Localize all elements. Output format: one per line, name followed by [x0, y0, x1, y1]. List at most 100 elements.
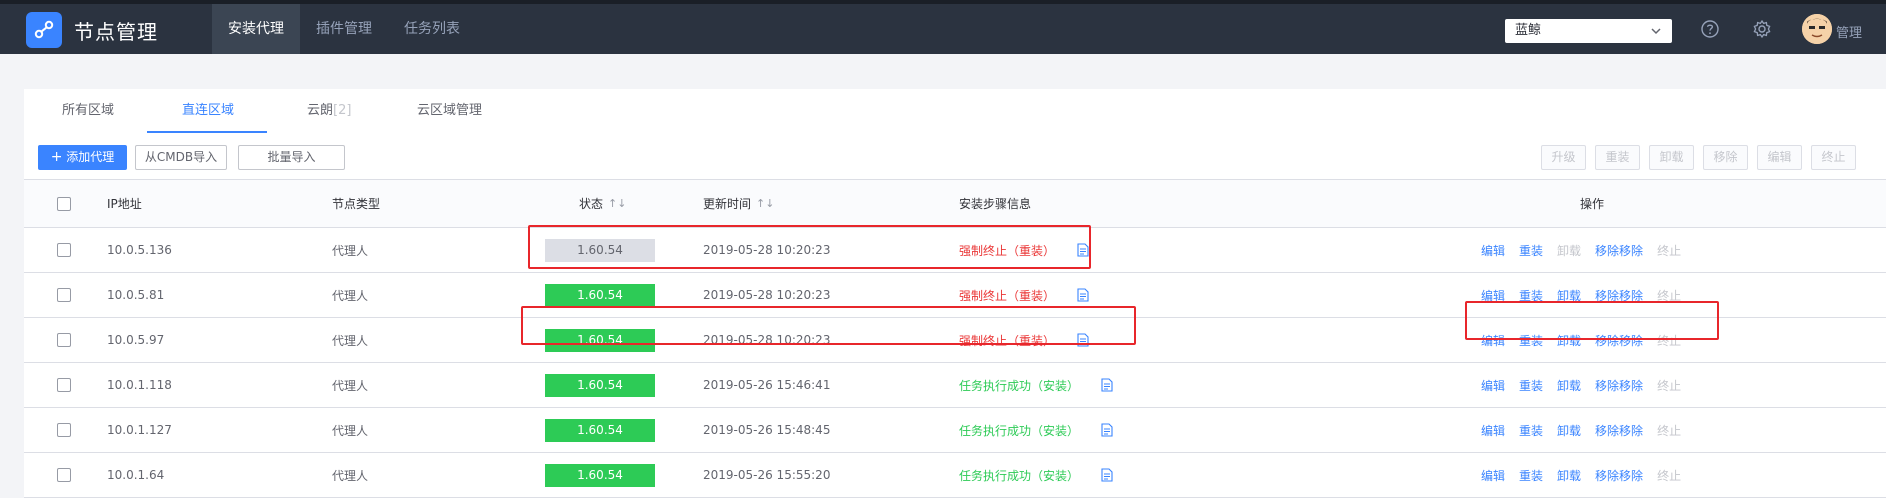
node-type-cell: 代理人	[332, 243, 369, 258]
log-document-icon[interactable]	[1101, 468, 1113, 482]
row-op-2[interactable]: 卸载	[1557, 377, 1581, 394]
avatar[interactable]	[1802, 14, 1832, 44]
nav-task-list[interactable]: 任务列表	[388, 4, 476, 54]
status-badge: 1.60.54	[545, 373, 655, 397]
status-cell: 1.60.54	[545, 453, 655, 497]
row-op-3[interactable]: 移除移除	[1595, 287, 1643, 304]
row-op-2[interactable]: 卸载	[1557, 332, 1581, 349]
log-document-icon[interactable]	[1077, 288, 1089, 302]
header-install-info: 安装步骤信息	[959, 197, 1032, 211]
install-info-cell: 任务执行成功（安装）	[959, 363, 1113, 407]
select-all-checkbox[interactable]	[57, 196, 71, 211]
row-op-2[interactable]: 卸载	[1557, 422, 1581, 439]
row-checkbox[interactable]	[57, 378, 71, 392]
install-info-text: 任务执行成功（安装）	[959, 378, 1080, 393]
bulk-remove-button[interactable]: 移除	[1703, 145, 1748, 170]
table-row: 10.0.1.64 代理人 1.60.54 2019-05-26 15:55:20 任务…	[24, 453, 1886, 498]
tab-cloud-region-management[interactable]: 云区域管理	[417, 89, 482, 133]
row-op-4[interactable]: 终止	[1657, 467, 1681, 484]
bulk-reinstall-button[interactable]: 重装	[1595, 145, 1640, 170]
log-document-icon[interactable]	[1077, 333, 1089, 347]
tab-direct-region[interactable]: 直连区域	[182, 89, 234, 133]
operations-cell: 编辑 重装 卸载 移除移除 终止	[1481, 408, 1681, 452]
batch-import-button[interactable]: 批量导入	[238, 145, 345, 170]
select-all-cell	[57, 180, 71, 227]
install-info-text: 任务执行成功（安装）	[959, 423, 1080, 438]
select-cell	[57, 453, 71, 497]
row-op-1[interactable]: 重装	[1519, 377, 1543, 394]
row-op-0[interactable]: 编辑	[1481, 332, 1505, 349]
status-cell: 1.60.54	[545, 228, 655, 272]
row-checkbox[interactable]	[57, 288, 71, 302]
row-op-1[interactable]: 重装	[1519, 332, 1543, 349]
install-info-text: 强制终止（重装）	[959, 288, 1056, 303]
install-info-cell: 强制终止（重装）	[959, 273, 1089, 317]
log-document-icon[interactable]	[1077, 243, 1089, 257]
log-document-icon[interactable]	[1101, 423, 1113, 437]
row-checkbox[interactable]	[57, 423, 71, 437]
tab-all-regions[interactable]: 所有区域	[62, 89, 114, 133]
user-name[interactable]: 管理	[1836, 22, 1862, 41]
ip-cell: 10.0.1.127	[107, 423, 172, 437]
nav-plugin-management[interactable]: 插件管理	[300, 4, 388, 54]
row-operations: 编辑 重装 卸载 移除移除 终止	[1481, 377, 1681, 394]
row-checkbox[interactable]	[57, 333, 71, 347]
row-op-4[interactable]: 终止	[1657, 422, 1681, 439]
row-op-3[interactable]: 移除移除	[1595, 242, 1643, 259]
header-status-label: 状态	[579, 197, 604, 211]
row-op-2[interactable]: 卸载	[1557, 242, 1581, 259]
ip-cell: 10.0.1.118	[107, 378, 172, 392]
log-document-icon[interactable]	[1101, 378, 1113, 392]
bulk-uninstall-button[interactable]: 卸载	[1649, 145, 1694, 170]
row-op-1[interactable]: 重装	[1519, 467, 1543, 484]
header-update-time-label: 更新时间	[703, 197, 752, 211]
business-select[interactable]: 蓝鲸	[1505, 19, 1672, 43]
row-op-4[interactable]: 终止	[1657, 287, 1681, 304]
bulk-edit-button[interactable]: 编辑	[1757, 145, 1802, 170]
bulk-upgrade-button[interactable]: 升级	[1541, 145, 1586, 170]
row-operations: 编辑 重装 卸载 移除移除 终止	[1481, 242, 1681, 259]
row-op-4[interactable]: 终止	[1657, 332, 1681, 349]
table-row: 10.0.1.118 代理人 1.60.54 2019-05-26 15:46:41 任…	[24, 363, 1886, 408]
row-op-2[interactable]: 卸载	[1557, 287, 1581, 304]
header-update-time[interactable]: 更新时间 ↑↓	[703, 180, 774, 227]
node-type-cell: 代理人	[332, 468, 369, 483]
row-op-4[interactable]: 终止	[1657, 242, 1681, 259]
row-op-1[interactable]: 重装	[1519, 242, 1543, 259]
row-op-2[interactable]: 卸载	[1557, 467, 1581, 484]
active-tab-underline	[147, 131, 267, 133]
help-icon[interactable]	[1700, 19, 1720, 39]
table-row: 10.0.1.127 代理人 1.60.54 2019-05-26 15:48:45 任…	[24, 408, 1886, 453]
row-op-3[interactable]: 移除移除	[1595, 332, 1643, 349]
row-op-4[interactable]: 终止	[1657, 377, 1681, 394]
row-op-3[interactable]: 移除移除	[1595, 377, 1643, 394]
app-logo-icon[interactable]	[26, 12, 62, 48]
sort-icon[interactable]: ↑↓	[756, 197, 774, 210]
sort-icon[interactable]: ↑↓	[608, 197, 626, 210]
status-badge: 1.60.54	[545, 238, 655, 262]
operations-cell: 编辑 重装 卸载 移除移除 终止	[1481, 453, 1681, 497]
import-cmdb-button[interactable]: 从CMDB导入	[135, 145, 227, 170]
bulk-stop-button[interactable]: 终止	[1811, 145, 1856, 170]
row-checkbox[interactable]	[57, 468, 71, 482]
row-operations: 编辑 重装 卸载 移除移除 终止	[1481, 467, 1681, 484]
row-op-3[interactable]: 移除移除	[1595, 422, 1643, 439]
row-checkbox[interactable]	[57, 243, 71, 257]
row-op-0[interactable]: 编辑	[1481, 242, 1505, 259]
nav-install-agent[interactable]: 安装代理	[212, 4, 300, 54]
ip-cell: 10.0.5.97	[107, 333, 165, 347]
row-op-1[interactable]: 重装	[1519, 422, 1543, 439]
content-panel: 所有区域 直连区域 云朗[2] 云区域管理 + 添加代理 从CMDB导入 批量导…	[24, 89, 1886, 498]
row-op-0[interactable]: 编辑	[1481, 377, 1505, 394]
add-agent-button[interactable]: + 添加代理	[38, 145, 127, 170]
tab-yunlang[interactable]: 云朗[2]	[307, 89, 351, 133]
row-op-0[interactable]: 编辑	[1481, 422, 1505, 439]
table-row: 10.0.5.81 代理人 1.60.54 2019-05-28 10:20:23 强制…	[24, 273, 1886, 318]
select-cell	[57, 318, 71, 362]
gear-icon[interactable]	[1752, 19, 1772, 39]
row-op-0[interactable]: 编辑	[1481, 467, 1505, 484]
row-op-0[interactable]: 编辑	[1481, 287, 1505, 304]
header-status[interactable]: 状态 ↑↓	[579, 180, 626, 227]
row-op-1[interactable]: 重装	[1519, 287, 1543, 304]
row-op-3[interactable]: 移除移除	[1595, 467, 1643, 484]
